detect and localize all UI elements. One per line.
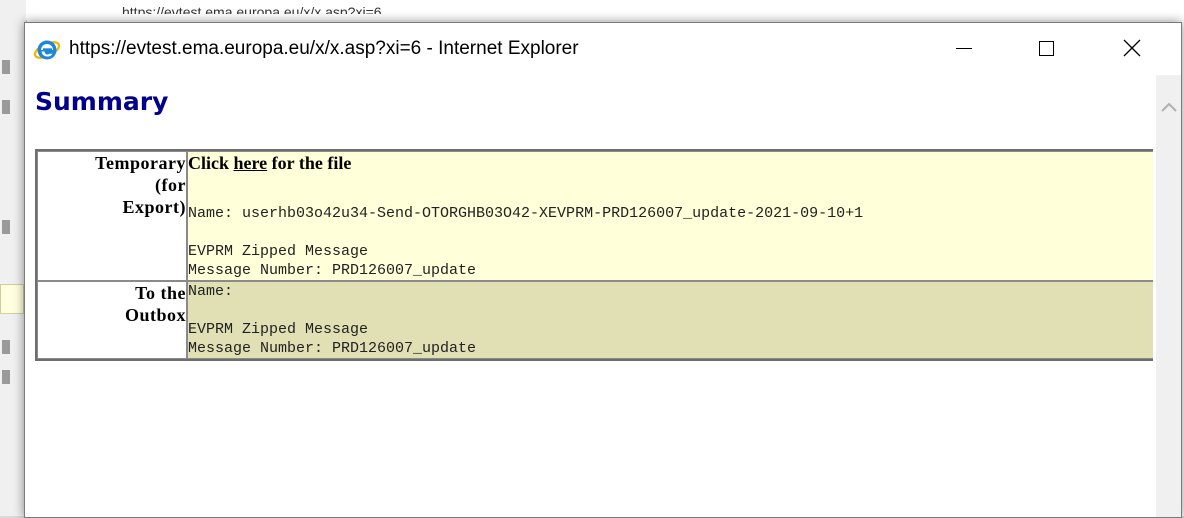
table-row: Temporary (for Export) Click here for th… [37,151,1153,281]
background-mark [2,100,10,114]
message-type: EVPRM Zipped Message [188,243,369,260]
page-title: Summary [35,87,169,116]
close-icon [1123,39,1141,57]
background-mark [2,220,10,234]
minimize-icon [956,47,972,49]
window-title: https://evtest.ema.europa.eu/x/x.asp?xi=… [69,38,579,59]
row-label-line: Export) [122,197,186,217]
row-label-line: Temporary [95,153,186,173]
row-label-line: To the [135,283,186,303]
scroll-up-button[interactable] [1156,97,1181,117]
summary-table: Temporary (for Export) Click here for th… [35,149,1153,361]
file-name: Name: [188,283,234,300]
chevron-up-icon [1160,102,1177,112]
row-label: To the Outbox [37,281,187,359]
row-label: Temporary (for Export) [37,151,187,281]
background-yellow-tab [0,284,24,314]
ie-popup-window[interactable]: https://evtest.ema.europa.eu/x/x.asp?xi=… [24,22,1182,518]
maximize-button[interactable] [1017,23,1075,73]
vertical-scrollbar[interactable] [1156,75,1181,517]
title-bar[interactable]: https://evtest.ema.europa.eu/x/x.asp?xi=… [25,23,1181,75]
background-mark [2,340,10,354]
row-label-line: (for [155,175,186,195]
message-number: Message Number: PRD126007_update [188,340,477,357]
file-link-line: Click here for the file [188,152,1153,174]
row-value: Click here for the file Name: userhb03o4… [187,151,1153,281]
message-type: EVPRM Zipped Message [188,321,369,338]
message-number: Message Number: PRD126007_update [188,262,477,279]
background-topbar: https://evtest.ema.europa.eu/x/x.asp?xi=… [26,0,1184,20]
row-label-line: Outbox [124,305,186,325]
background-mark [2,370,10,384]
background-sidebar [0,0,27,516]
file-link-prefix: Click [188,153,234,173]
file-link-suffix: for the file [267,153,352,173]
maximize-icon [1038,40,1054,56]
background-url: https://evtest.ema.europa.eu/x/x.asp?xi=… [122,4,382,20]
file-name: Name: userhb03o42u34-Send-OTORGHB03O42-X… [188,205,864,222]
table-row: To the Outbox Name: EVPRM Zipped Message… [37,281,1153,359]
minimize-button[interactable] [935,23,993,73]
close-button[interactable] [1103,23,1161,73]
file-link[interactable]: here [234,153,268,173]
page-content: Summary Temporary (for Export) Click her… [25,75,1153,517]
row-value: Name: EVPRM Zipped Message Message Numbe… [187,281,1153,359]
background-mark [2,60,10,74]
internet-explorer-icon [33,40,61,60]
